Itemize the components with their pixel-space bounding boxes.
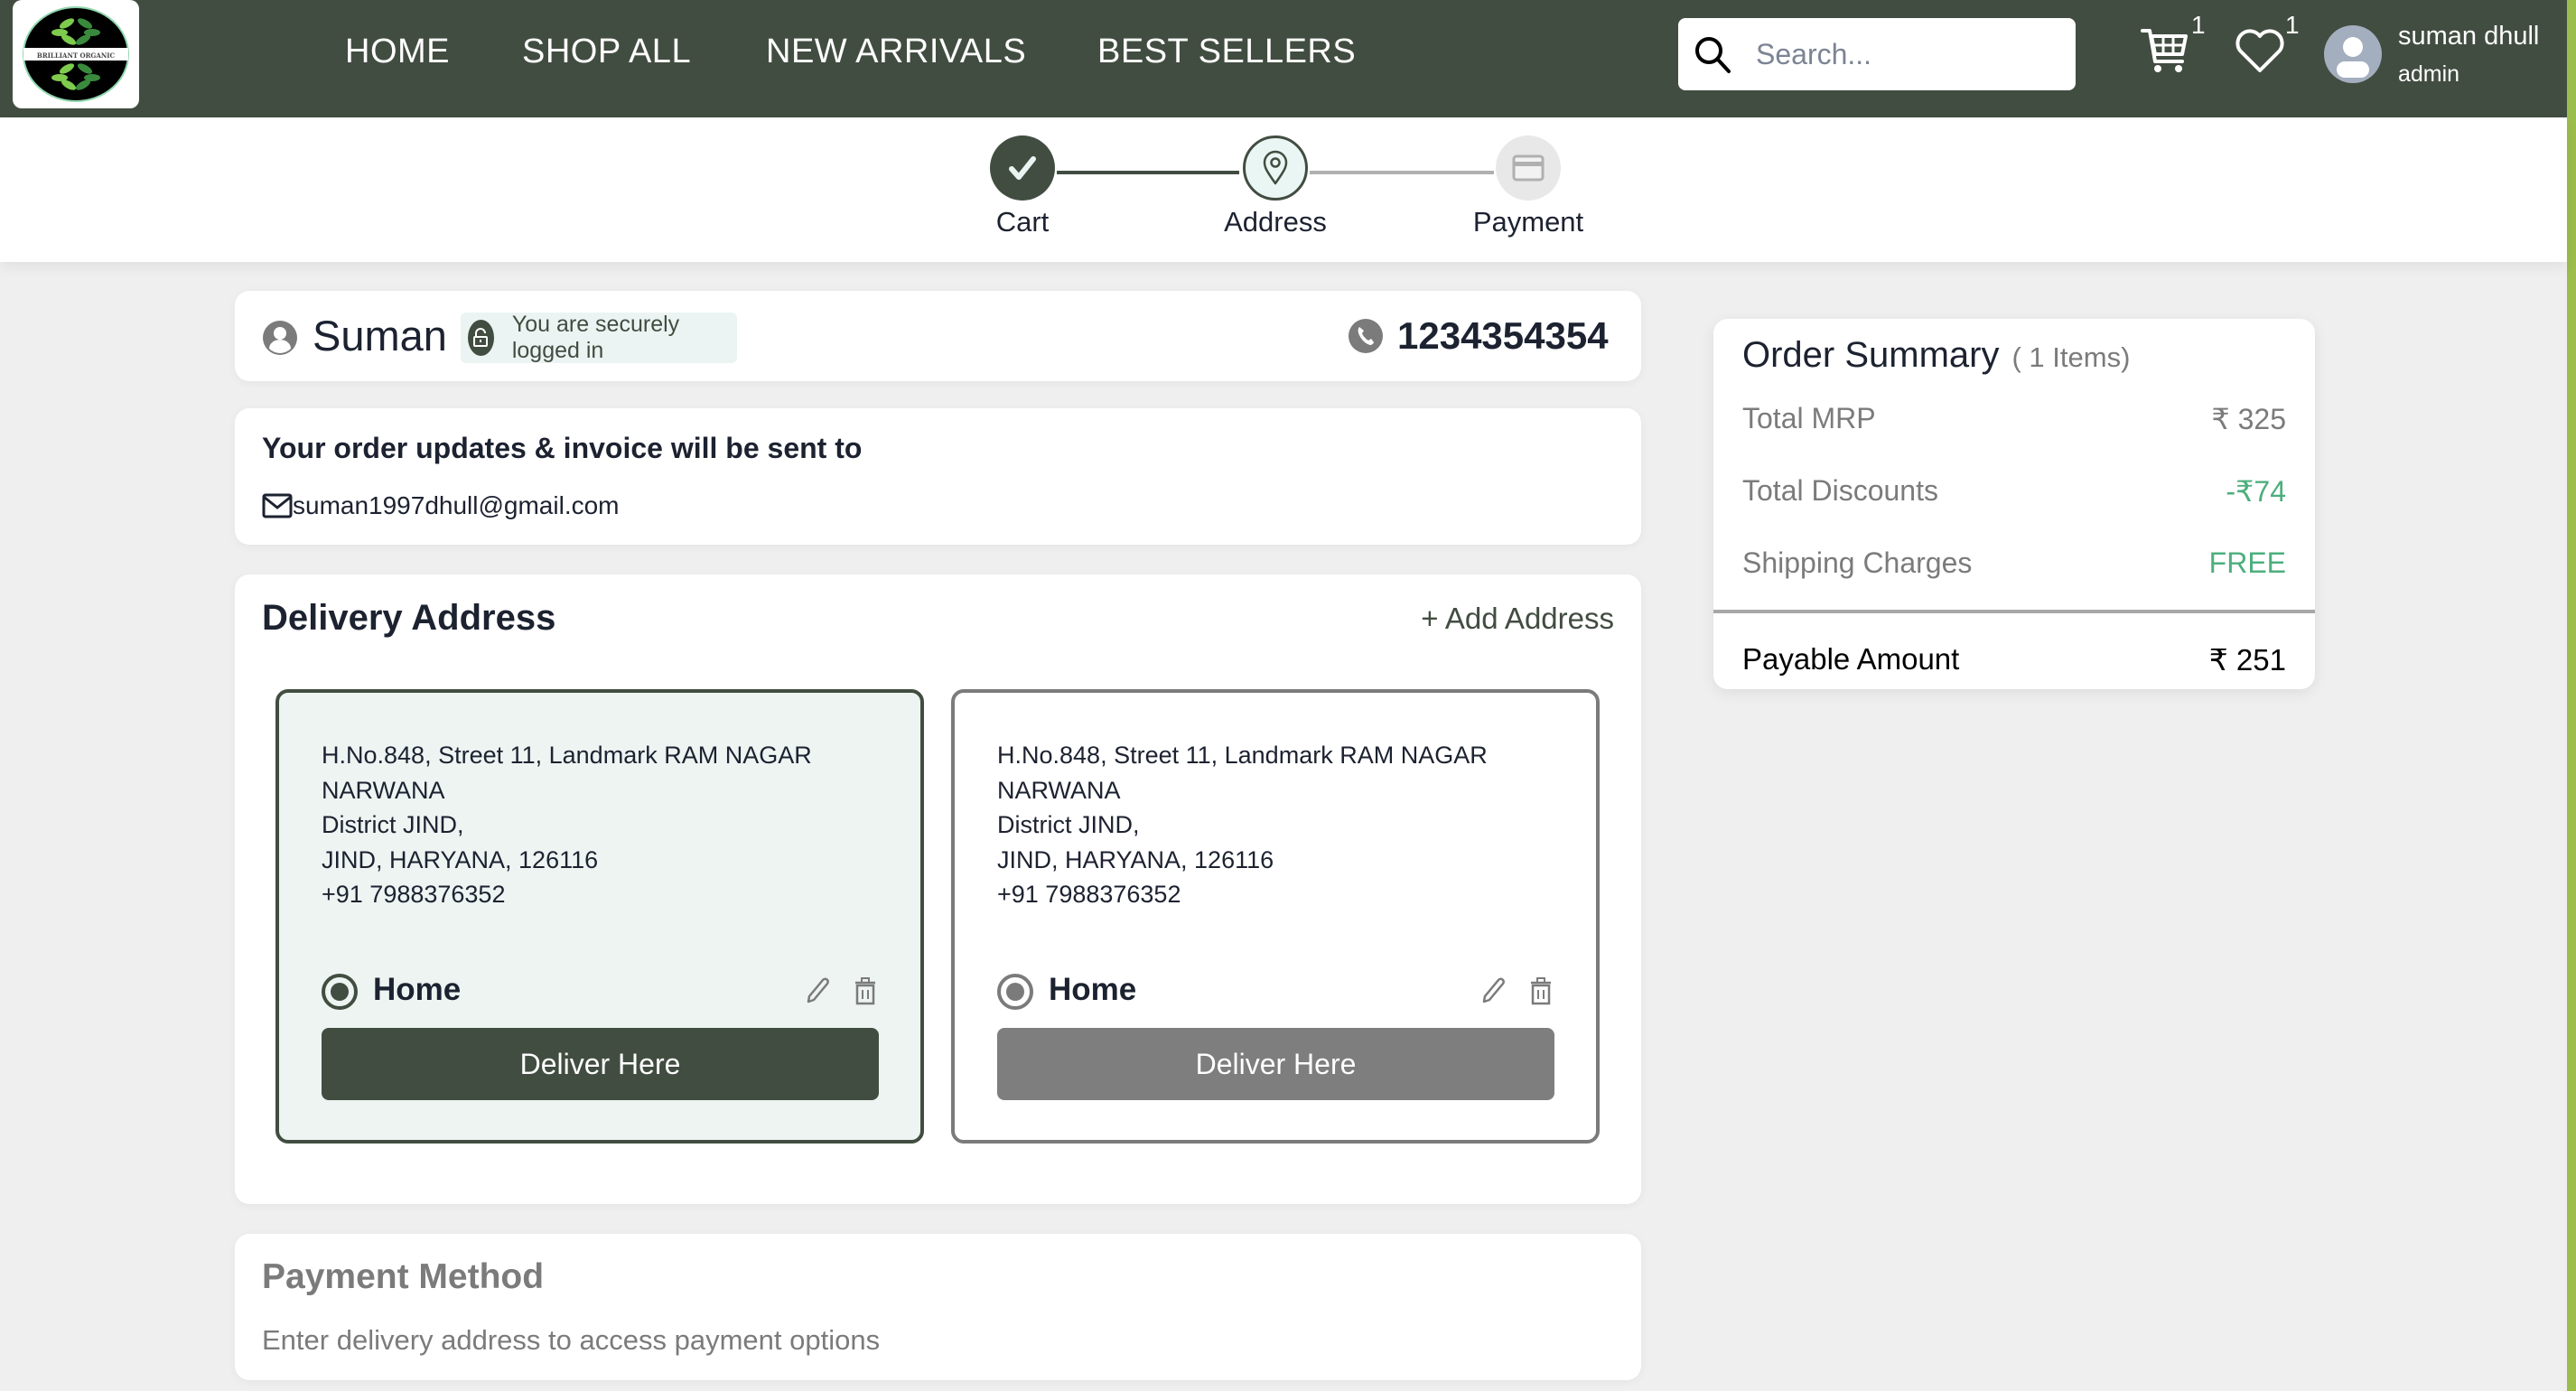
address-line: JIND, HARYANA, 126116 xyxy=(322,845,599,873)
step-connector-pending xyxy=(1310,171,1494,174)
user-name[interactable]: suman dhull xyxy=(2398,22,2539,51)
summary-row-discounts: Total Discounts -₹74 xyxy=(1742,474,2286,509)
secure-login-text: You are securely logged in xyxy=(511,312,680,363)
address-type-label: Home xyxy=(1049,972,1137,1007)
address-phone: +91 7988376352 xyxy=(997,881,1181,908)
logo-emblem-icon: BRILLIANT ORGANIC xyxy=(23,6,129,102)
email-notification-card: Your order updates & invoice will be sen… xyxy=(235,408,1641,545)
email-card-title: Your order updates & invoice will be sen… xyxy=(262,432,863,464)
secure-login-badge: You are securely logged in xyxy=(461,312,737,363)
summary-row-shipping: Shipping Charges FREE xyxy=(1742,546,2286,580)
summary-label: Total MRP xyxy=(1742,402,1876,434)
summary-divider xyxy=(1713,610,2315,613)
trash-icon xyxy=(1531,977,1551,1005)
search-box[interactable] xyxy=(1678,18,2076,90)
payment-method-section: Payment Method Enter delivery address to… xyxy=(235,1234,1641,1380)
address-line: NARWANA xyxy=(997,776,1121,804)
address-type-label: Home xyxy=(373,972,462,1007)
nav-shop-all[interactable]: SHOP ALL xyxy=(522,33,691,71)
step-address[interactable] xyxy=(1243,135,1308,201)
nav-best-sellers[interactable]: BEST SELLERS xyxy=(1097,33,1356,71)
payable-amount: ₹ 251 xyxy=(2208,643,2286,677)
check-icon xyxy=(1009,156,1036,180)
step-payment xyxy=(1496,135,1561,201)
top-nav-bar: BRILLIANT ORGANIC HOME SHOP ALL NEW ARRI… xyxy=(0,0,2567,117)
delete-address-button[interactable] xyxy=(1529,976,1553,1010)
address-line: NARWANA xyxy=(322,776,445,804)
summary-label: Shipping Charges xyxy=(1742,546,1973,579)
cart-button[interactable] xyxy=(2141,25,2191,80)
user-circle-icon xyxy=(262,320,298,360)
summary-row-payable: Payable Amount ₹ 251 xyxy=(1742,642,2286,677)
order-summary-card: Order Summary( 1 Items) Total MRP ₹ 325 … xyxy=(1713,319,2315,689)
user-role: admin xyxy=(2398,61,2460,87)
summary-value: FREE xyxy=(2208,546,2286,579)
trash-icon xyxy=(855,977,875,1005)
logo-text: BRILLIANT ORGANIC xyxy=(37,51,116,60)
page-scrollbar[interactable] xyxy=(2567,0,2576,1391)
wishlist-count-badge: 1 xyxy=(2285,11,2300,39)
heart-icon xyxy=(2235,29,2284,72)
delete-address-button[interactable] xyxy=(854,976,877,1010)
address-phone: +91 7988376352 xyxy=(322,881,506,908)
customer-name: Suman xyxy=(313,312,447,359)
summary-value: ₹ 325 xyxy=(2211,403,2286,435)
payable-label: Payable Amount xyxy=(1742,642,1960,676)
phone-icon xyxy=(1348,318,1384,359)
address-card[interactable]: H.No.848, Street 11, Landmark RAM NAGAR … xyxy=(951,689,1600,1144)
edit-address-button[interactable] xyxy=(805,976,830,1010)
cart-count-badge: 1 xyxy=(2191,11,2206,39)
edit-address-button[interactable] xyxy=(1480,976,1506,1010)
wishlist-button[interactable] xyxy=(2235,27,2285,79)
step-cart[interactable] xyxy=(990,135,1055,201)
add-address-button[interactable]: + Add Address xyxy=(1421,602,1614,636)
summary-row-total-mrp: Total MRP ₹ 325 xyxy=(1742,402,2286,436)
checkout-stepper: Cart Address Payment xyxy=(0,117,2567,262)
address-text: H.No.848, Street 11, Landmark RAM NAGAR … xyxy=(997,738,1488,912)
order-item-count: ( 1 Items) xyxy=(2011,341,2131,373)
cart-icon xyxy=(2141,29,2188,72)
location-pin-icon xyxy=(1263,150,1288,185)
address-card-selected[interactable]: H.No.848, Street 11, Landmark RAM NAGAR … xyxy=(275,689,924,1144)
address-line: JIND, HARYANA, 126116 xyxy=(997,845,1274,873)
summary-label: Total Discounts xyxy=(1742,474,1938,507)
step-label-address: Address xyxy=(1224,206,1327,238)
address-line: H.No.848, Street 11, Landmark RAM NAGAR xyxy=(322,742,812,769)
brand-logo[interactable]: BRILLIANT ORGANIC xyxy=(13,0,139,108)
address-line: District JIND, xyxy=(322,811,464,838)
step-label-cart: Cart xyxy=(995,206,1050,238)
payment-method-hint: Enter delivery address to access payment… xyxy=(262,1324,881,1356)
delivery-address-section: Delivery Address + Add Address H.No.848,… xyxy=(235,574,1641,1204)
delivery-address-title: Delivery Address xyxy=(262,598,556,638)
credit-card-icon xyxy=(1512,154,1545,182)
order-summary-heading: Order Summary xyxy=(1742,335,2000,375)
lock-icon xyxy=(468,320,494,356)
address-line: District JIND, xyxy=(997,811,1140,838)
summary-value: -₹74 xyxy=(2226,475,2286,508)
mail-icon xyxy=(262,493,293,518)
user-info-card: Suman You are securely logged in 1234354… xyxy=(235,291,1641,381)
user-avatar[interactable] xyxy=(2324,25,2382,83)
step-connector-completed xyxy=(1057,171,1239,174)
search-input[interactable] xyxy=(1756,37,2045,71)
address-line: H.No.848, Street 11, Landmark RAM NAGAR xyxy=(997,742,1488,769)
email-row: suman1997dhull@gmail.com xyxy=(262,491,620,520)
pencil-icon xyxy=(1482,977,1505,1004)
deliver-here-button[interactable]: Deliver Here xyxy=(997,1028,1554,1100)
address-radio[interactable] xyxy=(997,974,1033,1010)
address-text: H.No.848, Street 11, Landmark RAM NAGAR … xyxy=(322,738,812,912)
nav-home[interactable]: HOME xyxy=(345,33,450,71)
deliver-here-button[interactable]: Deliver Here xyxy=(322,1028,879,1100)
search-icon xyxy=(1695,37,1731,73)
step-label-payment: Payment xyxy=(1472,206,1584,238)
address-radio-selected[interactable] xyxy=(322,974,358,1010)
customer-email: suman1997dhull@gmail.com xyxy=(293,491,620,519)
customer-phone: 1234354354 xyxy=(1397,314,1609,357)
pencil-icon xyxy=(807,977,829,1004)
payment-method-title: Payment Method xyxy=(262,1257,545,1296)
order-summary-title: Order Summary ( 1 Items) xyxy=(1742,335,2130,376)
user-icon xyxy=(2337,37,2369,78)
nav-new-arrivals[interactable]: NEW ARRIVALS xyxy=(766,33,1026,71)
